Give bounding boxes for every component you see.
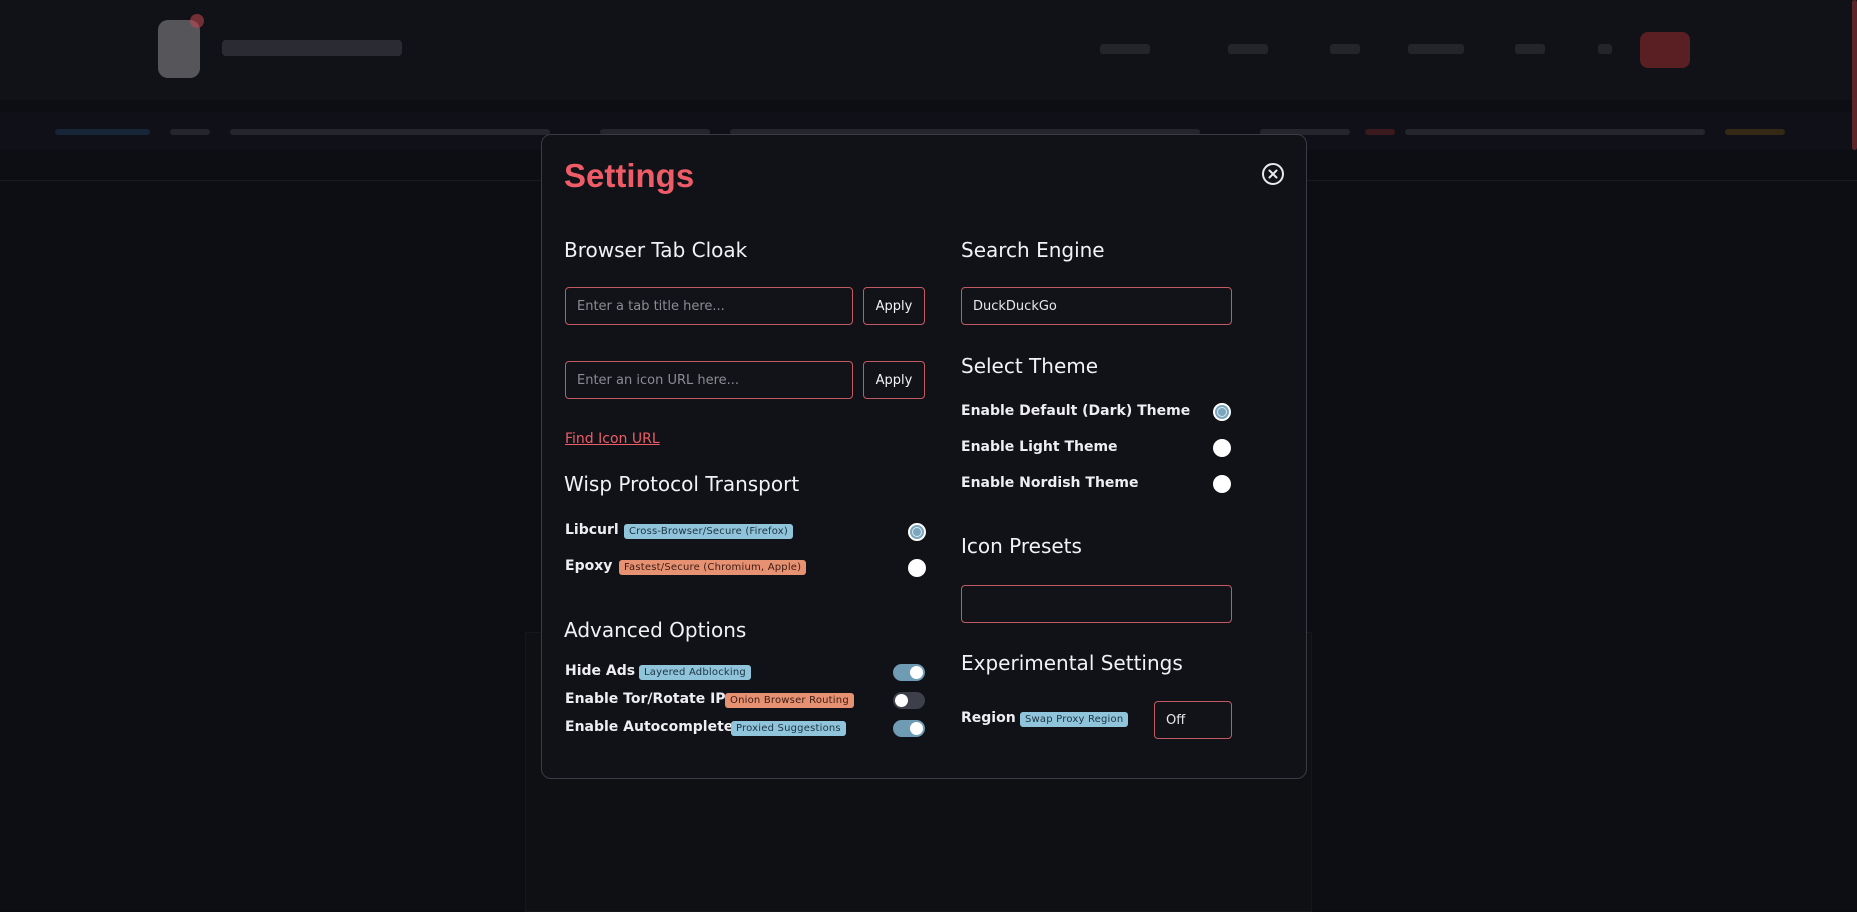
toggle-knob: [895, 694, 908, 707]
tor-rotate-ip-toggle[interactable]: [893, 692, 925, 709]
wisp-libcurl-badge: Cross-Browser/Secure (Firefox): [624, 524, 794, 539]
theme-light-label: Enable Light Theme: [961, 439, 1118, 455]
background-nav-item: [1100, 44, 1150, 54]
tor-rotate-ip-label: Enable Tor/Rotate IP: [565, 691, 726, 707]
page-scrollbar[interactable]: [1852, 0, 1857, 150]
wisp-libcurl-radio[interactable]: [908, 523, 926, 541]
hide-ads-label: Hide Ads: [565, 663, 636, 679]
background-nav-item: [1598, 44, 1612, 54]
select-theme-title: Select Theme: [961, 354, 1099, 378]
icon-presets-title: Icon Presets: [961, 534, 1082, 558]
wisp-title: Wisp Protocol Transport: [564, 472, 800, 496]
tab-title-input[interactable]: [565, 287, 853, 325]
background-header: [0, 0, 1857, 100]
theme-nordish-label: Enable Nordish Theme: [961, 475, 1139, 491]
tor-rotate-ip-badge: Onion Browser Routing: [725, 693, 854, 708]
modal-title: Settings: [564, 157, 695, 194]
autocomplete-badge: Proxied Suggestions: [731, 721, 846, 736]
search-engine-title: Search Engine: [961, 238, 1105, 262]
experimental-settings-title: Experimental Settings: [961, 651, 1183, 675]
settings-modal: Settings Browser Tab Cloak Apply Apply F…: [541, 134, 1307, 779]
hide-ads-toggle[interactable]: [893, 664, 925, 681]
background-brand: [222, 40, 402, 56]
background-nav-item: [1228, 44, 1268, 54]
autocomplete-toggle[interactable]: [893, 720, 925, 737]
wisp-option-epoxy-label: Epoxy: [565, 558, 613, 574]
theme-nordish-radio[interactable]: [1213, 475, 1231, 493]
tab-cloak-title: Browser Tab Cloak: [564, 238, 748, 262]
hide-ads-badge: Layered Adblocking: [639, 665, 751, 680]
background-nav-item: [1330, 44, 1360, 54]
theme-default-dark-radio[interactable]: [1213, 403, 1231, 421]
region-badge: Swap Proxy Region: [1020, 712, 1129, 727]
apply-icon-button[interactable]: Apply: [863, 361, 925, 399]
autocomplete-label: Enable Autocomplete: [565, 719, 734, 735]
region-select[interactable]: Off: [1154, 701, 1232, 739]
close-icon[interactable]: [1262, 163, 1284, 185]
background-nav-item: [1408, 44, 1464, 54]
toggle-knob: [910, 722, 923, 735]
wisp-epoxy-badge: Fastest/Secure (Chromium, Apple): [619, 560, 807, 575]
wisp-epoxy-radio[interactable]: [908, 559, 926, 577]
apply-title-button[interactable]: Apply: [863, 287, 925, 325]
theme-default-dark-label: Enable Default (Dark) Theme: [961, 403, 1191, 419]
background-logo-dot: [190, 14, 204, 28]
wisp-option-libcurl-label: Libcurl: [565, 522, 619, 538]
theme-light-radio[interactable]: [1213, 439, 1231, 457]
icon-url-input[interactable]: [565, 361, 853, 399]
region-label: Region: [961, 710, 1016, 726]
advanced-options-title: Advanced Options: [564, 618, 747, 642]
icon-presets-select[interactable]: [961, 585, 1232, 623]
toggle-knob: [910, 666, 923, 679]
search-engine-select[interactable]: DuckDuckGo: [961, 287, 1232, 325]
background-logo: [158, 20, 200, 78]
background-nav-button: [1640, 32, 1690, 68]
find-icon-url-link[interactable]: Find Icon URL: [565, 431, 660, 447]
background-nav-item: [1515, 44, 1545, 54]
